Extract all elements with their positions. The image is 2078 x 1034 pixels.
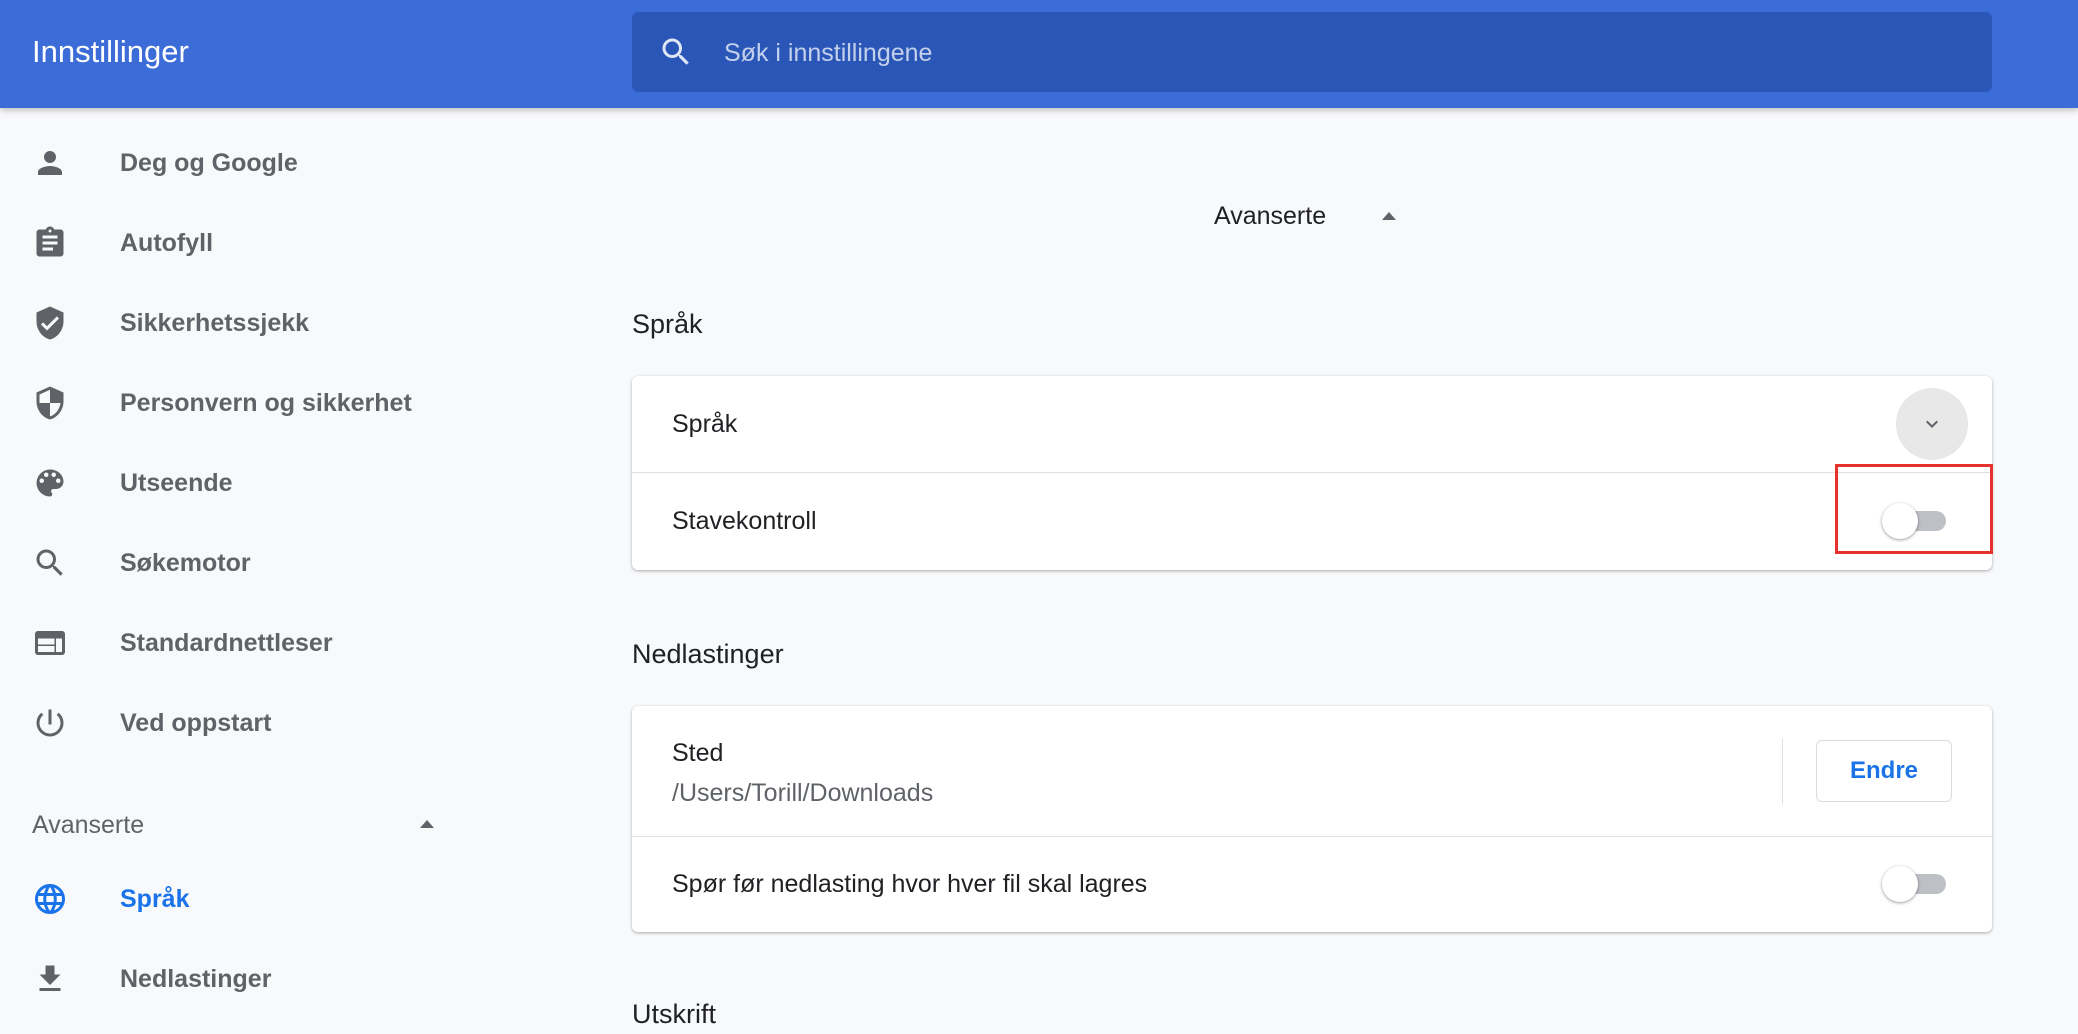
ask-location-toggle[interactable] bbox=[1882, 864, 1948, 904]
search-box[interactable] bbox=[632, 12, 1992, 92]
sidebar-item-you-and-google[interactable]: Deg og Google bbox=[0, 128, 470, 198]
languages-row[interactable]: Språk bbox=[632, 376, 1992, 472]
browser-window-icon bbox=[35, 631, 65, 655]
search-input[interactable] bbox=[722, 32, 1966, 74]
section-title-downloads: Nedlastinger bbox=[632, 639, 784, 669]
sidebar-item-autofill[interactable]: Autofyll bbox=[0, 208, 470, 278]
search-icon bbox=[36, 549, 63, 576]
sidebar-item-safety-check[interactable]: Sikkerhetssjekk bbox=[0, 288, 470, 358]
sidebar-item-on-startup[interactable]: Ved oppstart bbox=[0, 688, 470, 758]
chevron-down-icon bbox=[1926, 420, 1938, 428]
section-title-languages: Språk bbox=[632, 309, 703, 339]
vertical-divider bbox=[1782, 738, 1783, 804]
languages-card: Språk Stavekontroll bbox=[632, 376, 1992, 570]
highlight-box bbox=[1835, 464, 1993, 554]
downloads-card: Sted /Users/Torill/Downloads Endre Spør … bbox=[632, 706, 1992, 932]
download-location-row: Sted /Users/Torill/Downloads Endre bbox=[632, 706, 1992, 836]
sidebar-item-label: Sikkerhetssjekk bbox=[120, 309, 310, 337]
sidebar-item-downloads[interactable]: Nedlastinger bbox=[0, 944, 470, 1014]
download-icon bbox=[39, 965, 61, 991]
languages-row-label: Språk bbox=[672, 410, 738, 438]
section-title-printing: Utskrift bbox=[632, 999, 716, 1029]
sidebar-advanced-toggle[interactable]: Avanserte bbox=[32, 790, 452, 860]
arrow-up-icon bbox=[1382, 212, 1396, 220]
sidebar-item-label: Personvern og sikkerhet bbox=[120, 389, 412, 417]
toggle-knob bbox=[1882, 866, 1918, 902]
person-icon bbox=[38, 151, 62, 175]
download-location-label: Sted bbox=[672, 739, 724, 767]
ask-location-row[interactable]: Spør før nedlasting hvor hver fil skal l… bbox=[632, 837, 1992, 932]
sidebar-item-label: Nedlastinger bbox=[120, 965, 272, 993]
sidebar-item-label: Søkemotor bbox=[120, 549, 251, 577]
power-icon bbox=[36, 709, 64, 737]
advanced-collapse-toggle[interactable]: Avanserte bbox=[1214, 186, 1434, 246]
shield-half-icon bbox=[36, 386, 64, 420]
spellcheck-row[interactable]: Stavekontroll bbox=[632, 473, 1992, 570]
sidebar-item-label: Ved oppstart bbox=[120, 709, 272, 737]
sidebar-advanced-label: Avanserte bbox=[32, 811, 145, 839]
sidebar-item-languages[interactable]: Språk bbox=[0, 864, 470, 934]
change-location-button[interactable]: Endre bbox=[1816, 740, 1952, 802]
sidebar-item-label: Utseende bbox=[120, 469, 233, 497]
clipboard-icon bbox=[36, 226, 64, 257]
sidebar-item-privacy-security[interactable]: Personvern og sikkerhet bbox=[0, 368, 470, 438]
ask-location-label: Spør før nedlasting hvor hver fil skal l… bbox=[672, 870, 1148, 898]
sidebar: Deg og Google Autofyll Sikkerhetssjekk P… bbox=[0, 108, 470, 1030]
advanced-label: Avanserte bbox=[1214, 202, 1327, 230]
download-location-path: /Users/Torill/Downloads bbox=[672, 779, 934, 807]
sidebar-item-label: Språk bbox=[120, 885, 190, 913]
search-icon bbox=[662, 38, 689, 65]
spellcheck-label: Stavekontroll bbox=[672, 507, 817, 535]
sidebar-item-appearance[interactable]: Utseende bbox=[0, 448, 470, 518]
palette-icon bbox=[36, 469, 64, 497]
header-bar: Innstillinger bbox=[0, 0, 2078, 108]
sidebar-item-label: Deg og Google bbox=[120, 149, 298, 177]
sidebar-item-label: Standardnettleser bbox=[120, 629, 333, 657]
main-content: Avanserte Språk Språk Stavekontroll Nedl… bbox=[632, 108, 1993, 1030]
arrow-up-icon bbox=[420, 820, 434, 828]
sidebar-item-label: Autofyll bbox=[120, 229, 214, 257]
page-title: Innstillinger bbox=[32, 34, 189, 69]
expand-languages-button[interactable] bbox=[1896, 388, 1968, 460]
sidebar-item-search-engine[interactable]: Søkemotor bbox=[0, 528, 470, 598]
sidebar-item-default-browser[interactable]: Standardnettleser bbox=[0, 608, 470, 678]
globe-icon bbox=[35, 884, 65, 914]
shield-check-icon bbox=[36, 306, 64, 340]
